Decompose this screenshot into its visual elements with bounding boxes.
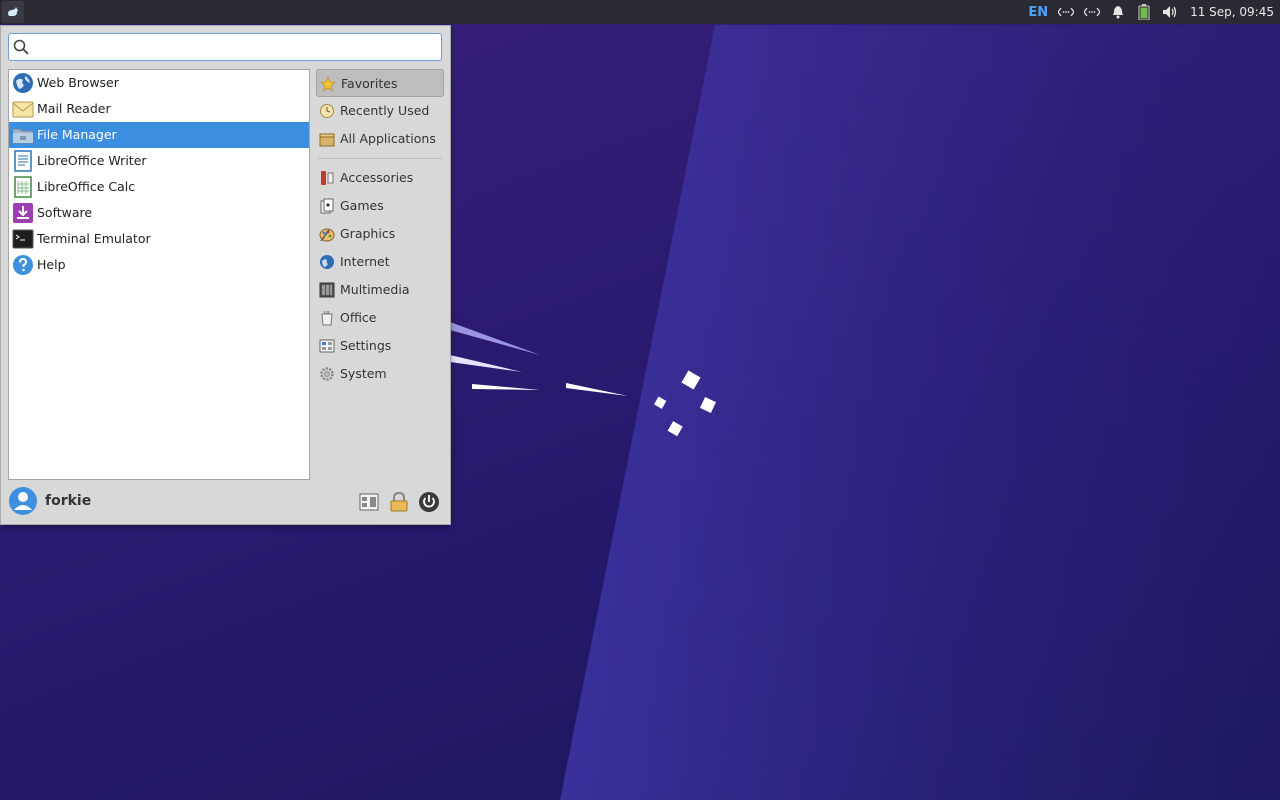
category-label: Settings [340, 338, 392, 353]
app-item-web-browser[interactable]: Web Browser [9, 70, 309, 96]
category-label: Accessories [340, 170, 414, 185]
xfce-mouse-icon [8, 7, 18, 16]
app-label: Terminal Emulator [37, 231, 151, 246]
folder-icon [12, 128, 34, 144]
star-icon [320, 76, 336, 92]
system-tray: EN 11 Sep, 09:45 [1028, 0, 1274, 24]
category-label: System [340, 366, 387, 381]
app-item-libreoffice-writer[interactable]: LibreOffice Writer [9, 148, 309, 174]
settings-icon [319, 339, 335, 353]
calc-icon [14, 176, 32, 198]
whisker-menu: Web Browser Mail Reader File Manager Lib… [0, 25, 451, 525]
category-label: Recently Used [340, 103, 430, 118]
system-icon [320, 367, 334, 381]
category-label: Internet [340, 254, 390, 269]
log-out-button[interactable] [418, 491, 440, 513]
app-item-mail-reader[interactable]: Mail Reader [9, 96, 309, 122]
app-label: LibreOffice Calc [37, 179, 136, 194]
category-label: Multimedia [340, 282, 410, 297]
writer-icon [14, 150, 32, 172]
clock[interactable]: 11 Sep, 09:45 [1190, 5, 1274, 19]
category-games[interactable]: Games [316, 192, 444, 220]
app-item-help[interactable]: Help [9, 252, 309, 278]
network-wired-icon[interactable] [1058, 4, 1075, 20]
whisker-menu-button[interactable] [2, 1, 24, 23]
app-item-software[interactable]: Software [9, 200, 309, 226]
app-label: Mail Reader [37, 101, 111, 116]
top-panel: EN 11 Sep, 09:45 [0, 0, 1280, 24]
search-icon [13, 39, 29, 59]
app-label: LibreOffice Writer [37, 153, 147, 168]
battery-icon[interactable] [1136, 4, 1152, 20]
office-icon [321, 310, 333, 326]
internet-icon [320, 255, 334, 269]
category-settings[interactable]: Settings [316, 332, 444, 360]
keyboard-layout-indicator[interactable]: EN [1028, 5, 1048, 20]
category-label: Favorites [341, 76, 398, 91]
category-label: Office [340, 310, 377, 325]
app-item-terminal-emulator[interactable]: Terminal Emulator [9, 226, 309, 252]
favorites-list: Web Browser Mail Reader File Manager Lib… [8, 69, 310, 480]
games-icon [320, 198, 334, 214]
notification-bell-icon[interactable] [1110, 4, 1126, 20]
username: forkie [45, 493, 92, 509]
help-icon [13, 255, 33, 275]
category-accessories[interactable]: Accessories [316, 164, 444, 192]
category-separator [318, 158, 442, 159]
category-label: Graphics [340, 226, 396, 241]
volume-icon[interactable] [1162, 4, 1178, 20]
category-favorites[interactable]: Favorites [316, 69, 444, 97]
user-avatar-icon [9, 487, 37, 515]
multimedia-icon [319, 282, 335, 298]
lock-icon [390, 492, 408, 512]
app-label: Software [37, 205, 93, 220]
lock-screen-button[interactable] [388, 491, 410, 513]
graphics-icon [319, 228, 335, 242]
category-multimedia[interactable]: Multimedia [316, 276, 444, 304]
clock-icon [320, 104, 334, 118]
settings-manager-icon [359, 493, 379, 511]
category-recently-used[interactable]: Recently Used [316, 97, 444, 125]
category-label: Games [340, 198, 384, 213]
app-item-file-manager[interactable]: File Manager [9, 122, 309, 148]
app-label: Help [37, 257, 66, 272]
desktop: EN 11 Sep, 09:45 Web Browser Mail Reader… [0, 0, 1280, 800]
search-box[interactable] [8, 33, 442, 61]
category-list: Favorites Recently Used All Applications… [316, 69, 444, 409]
settings-manager-button[interactable] [358, 491, 380, 513]
mail-icon [12, 101, 34, 118]
app-label: Web Browser [37, 75, 119, 90]
box-icon [319, 133, 335, 147]
category-all-applications[interactable]: All Applications [316, 125, 444, 153]
search-input[interactable] [33, 36, 437, 60]
category-office[interactable]: Office [316, 304, 444, 332]
category-system[interactable]: System [316, 360, 444, 388]
terminal-icon [12, 229, 34, 249]
app-label: File Manager [37, 127, 117, 142]
accessories-icon [321, 171, 334, 185]
category-internet[interactable]: Internet [316, 248, 444, 276]
menu-footer: forkie [1, 484, 450, 524]
software-icon [13, 203, 33, 223]
power-icon [419, 492, 439, 512]
globe-icon [13, 73, 33, 93]
network-wireless-icon[interactable] [1084, 4, 1101, 20]
category-label: All Applications [340, 131, 436, 146]
category-graphics[interactable]: Graphics [316, 220, 444, 248]
app-item-libreoffice-calc[interactable]: LibreOffice Calc [9, 174, 309, 200]
